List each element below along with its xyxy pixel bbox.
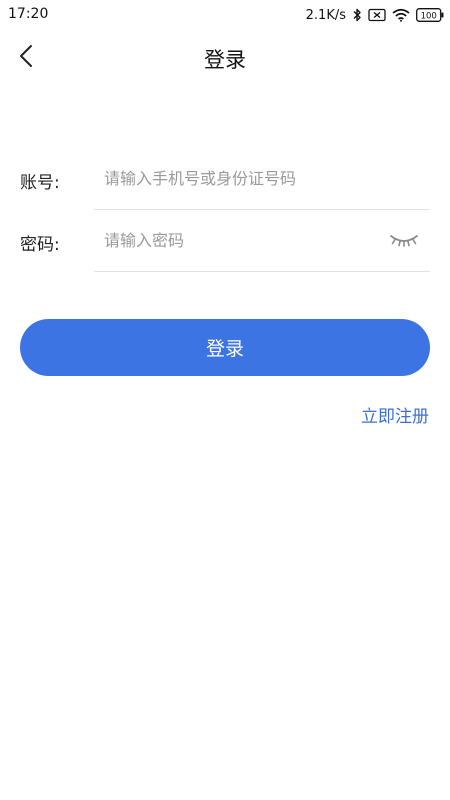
battery-icon: 100 — [416, 8, 444, 22]
nav-bar: 登录 — [0, 30, 450, 86]
page-title: 登录 — [204, 48, 246, 72]
register-link[interactable]: 立即注册 — [361, 402, 429, 427]
status-time: 17:20 — [8, 6, 49, 22]
password-label: 密码: — [20, 235, 60, 255]
status-icons: 2.1K/s 100 — [306, 5, 444, 25]
wifi-icon — [392, 8, 410, 22]
network-speed: 2.1K/s — [305, 7, 346, 23]
login-button[interactable]: 登录 — [20, 319, 430, 376]
account-row: 账号: — [0, 148, 450, 210]
eye-closed-icon[interactable] — [388, 232, 420, 250]
sim-disabled-icon — [368, 8, 386, 22]
password-input[interactable] — [94, 222, 394, 258]
password-row: 密码: — [0, 210, 450, 272]
account-label: 账号: — [20, 173, 60, 193]
battery-level: 100 — [421, 11, 437, 21]
status-bar: 17:20 2.1K/s 100 — [0, 0, 450, 30]
account-input[interactable] — [94, 160, 394, 196]
login-screen: 17:20 2.1K/s 100 登录 账号: 请输入手机号或身份证号码 密码:… — [0, 0, 450, 800]
password-divider — [94, 271, 430, 272]
bluetooth-icon — [352, 8, 362, 22]
